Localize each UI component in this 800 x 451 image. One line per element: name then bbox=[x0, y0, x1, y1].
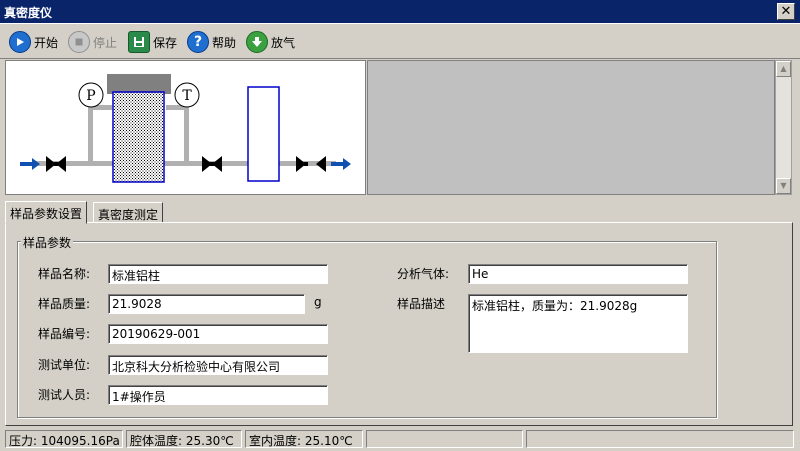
scroll-up-icon[interactable]: ▲ bbox=[776, 61, 791, 77]
middle-valve bbox=[202, 156, 222, 172]
sample-chamber bbox=[112, 91, 165, 183]
play-icon bbox=[9, 31, 31, 53]
sample-name-label: 样品名称: bbox=[38, 267, 91, 281]
stop-icon bbox=[68, 31, 90, 53]
reference-vessel bbox=[247, 86, 280, 182]
save-label: 保存 bbox=[153, 35, 178, 50]
sample-name-field[interactable]: 标准铝柱 bbox=[108, 264, 328, 284]
toolbar: 开始 停止 保存 ? 帮助 放气 bbox=[0, 25, 800, 59]
instrument-diagram: P T bbox=[5, 60, 366, 195]
operator-label: 测试人员: bbox=[38, 388, 91, 402]
vent-button[interactable]: 放气 bbox=[246, 29, 295, 55]
chamber-cap bbox=[107, 74, 171, 94]
save-icon bbox=[128, 31, 150, 53]
group-title: 样品参数 bbox=[21, 234, 74, 251]
test-org-label: 测试单位: bbox=[38, 358, 91, 372]
close-icon: ✕ bbox=[780, 4, 792, 19]
scroll-down-icon[interactable]: ▼ bbox=[776, 178, 791, 194]
start-button[interactable]: 开始 bbox=[9, 29, 58, 55]
close-button[interactable]: ✕ bbox=[777, 3, 795, 20]
stop-label: 停止 bbox=[93, 35, 118, 50]
description-label: 样品描述 bbox=[397, 297, 446, 311]
pressure-pipe bbox=[88, 107, 93, 163]
inlet-valve bbox=[46, 156, 66, 172]
operator-field[interactable]: 1#操作员 bbox=[108, 385, 328, 405]
sample-id-field[interactable]: 20190629-001 bbox=[108, 324, 328, 344]
status-cell-empty-1 bbox=[366, 430, 523, 448]
sample-id-label: 样品编号: bbox=[38, 327, 91, 341]
sample-mass-label: 样品质量: bbox=[38, 297, 91, 311]
temperature-gauge-label: T bbox=[182, 88, 192, 104]
tab-sample-params[interactable]: 样品参数设置 bbox=[5, 201, 88, 224]
inlet-arrow-icon bbox=[20, 158, 40, 170]
temperature-pipe bbox=[184, 107, 189, 163]
pressure-status: 压力: 104095.16Pa bbox=[5, 430, 123, 448]
mass-unit-label: g bbox=[314, 295, 322, 309]
title-bar: 真密度仪 ✕ bbox=[0, 0, 800, 24]
test-org-field[interactable]: 北京科大分析检验中心有限公司 bbox=[108, 355, 328, 375]
flow-diagram: P T bbox=[20, 74, 351, 183]
chamber-temp-status: 腔体温度: 25.30℃ bbox=[126, 430, 242, 448]
start-label: 开始 bbox=[34, 35, 59, 50]
description-field[interactable]: 标准铝柱，质量为：21.9028g bbox=[468, 294, 688, 353]
gas-label: 分析气体: bbox=[397, 267, 450, 281]
tab-density-test[interactable]: 真密度测定 bbox=[93, 202, 164, 223]
status-bar: 压力: 104095.16Pa 腔体温度: 25.30℃ 室内温度: 25.10… bbox=[0, 428, 800, 451]
sample-mass-field[interactable]: 21.9028 bbox=[108, 294, 305, 314]
help-icon: ? bbox=[187, 31, 209, 53]
stop-button[interactable]: 停止 bbox=[68, 29, 117, 55]
vent-icon bbox=[246, 31, 268, 53]
window-title: 真密度仪 bbox=[4, 6, 53, 20]
help-button[interactable]: ? 帮助 bbox=[187, 29, 236, 55]
chart-area bbox=[367, 60, 775, 195]
gas-field[interactable]: He bbox=[468, 264, 688, 284]
status-cell-empty-2 bbox=[526, 430, 794, 448]
outlet-arrow-icon bbox=[331, 158, 351, 170]
vertical-scrollbar[interactable]: ▲ ▼ bbox=[775, 60, 792, 195]
help-label: 帮助 bbox=[212, 35, 237, 50]
room-temp-status: 室内温度: 25.10℃ bbox=[245, 430, 363, 448]
save-button[interactable]: 保存 bbox=[128, 29, 177, 55]
pressure-gauge-label: P bbox=[86, 88, 95, 104]
vent-label: 放气 bbox=[271, 35, 296, 50]
